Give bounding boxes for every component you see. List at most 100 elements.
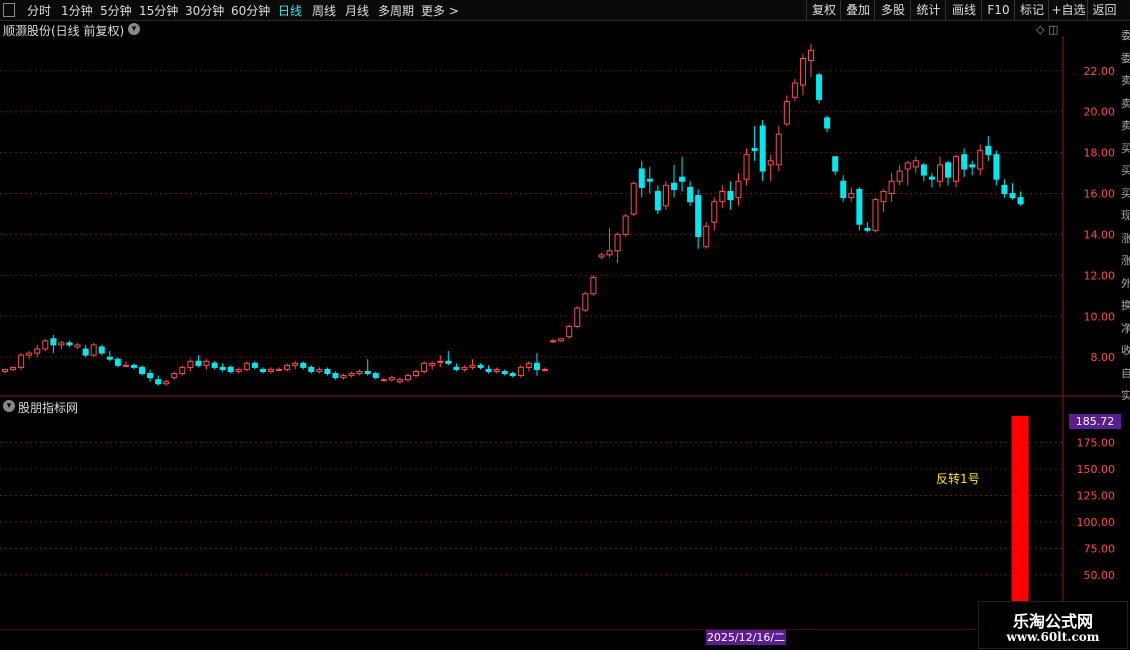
candle-body	[993, 154, 1000, 180]
candle-body	[646, 178, 653, 182]
candle-body	[832, 156, 839, 172]
candle-body	[767, 160, 774, 166]
candle-body	[98, 346, 105, 354]
candle-body	[90, 344, 97, 356]
candle-body	[574, 307, 581, 327]
strip-char: 实	[1121, 390, 1130, 402]
price-tick-label: 20.00	[1084, 106, 1116, 119]
candle-body	[187, 360, 194, 368]
indicator-tick-label: 150.00	[1077, 463, 1116, 476]
indicator-axis: 50.00 75.00 100.00 125.00 150.00 175.00	[1077, 437, 1116, 583]
candle-body	[542, 368, 549, 371]
candle-body	[759, 125, 766, 172]
candle-body	[961, 154, 968, 170]
candle-body	[445, 360, 452, 364]
candle-body	[251, 362, 258, 368]
candle-body	[679, 176, 686, 182]
candle-body	[114, 358, 121, 366]
price-tick-label: 14.00	[1084, 228, 1116, 241]
candle-body	[106, 356, 113, 360]
candle-body	[783, 100, 790, 125]
indicator-title: 股朋指标网	[18, 401, 79, 415]
candle-body	[155, 379, 162, 385]
candle-body	[638, 168, 645, 188]
indicator-tick-label: 175.00	[1077, 437, 1116, 450]
candle-body	[203, 360, 210, 366]
candle-body	[58, 342, 65, 346]
candle-body	[130, 364, 137, 368]
candle-body	[34, 348, 41, 354]
candle-body	[985, 145, 992, 156]
candle-body	[936, 164, 943, 182]
candle-body	[1017, 197, 1024, 205]
strip-char: 卖	[1121, 97, 1130, 110]
watermark-title: 乐淘公式网	[1012, 612, 1093, 631]
candle-body	[259, 368, 266, 372]
candle-body	[566, 325, 573, 338]
candle-body	[292, 362, 299, 366]
candle-body	[525, 362, 532, 368]
price-tick-label: 8.00	[1091, 351, 1116, 364]
strip-char: 现	[1121, 210, 1130, 222]
candle-body	[598, 254, 605, 258]
candle-body	[695, 195, 702, 237]
candle-body	[662, 184, 669, 207]
candle-body	[888, 180, 895, 195]
candle-body	[953, 156, 960, 182]
candle-body	[904, 162, 911, 170]
candle-body	[42, 340, 49, 350]
price-tick-label: 22.00	[1084, 65, 1116, 78]
indicator-current-value: 185.72	[1069, 414, 1121, 429]
candle-body	[654, 190, 661, 211]
candle-body	[364, 370, 371, 375]
strip-char: 换	[1121, 300, 1130, 312]
candle-body	[1001, 184, 1008, 195]
candle-body	[517, 366, 524, 377]
candle-body	[147, 373, 154, 379]
candle-body	[300, 362, 307, 368]
watermark: 乐淘公式网 www.60lt.com	[978, 601, 1128, 649]
candle-body	[751, 148, 758, 152]
candle-body	[550, 340, 557, 343]
candle-body	[340, 375, 347, 379]
candle-body	[840, 180, 847, 199]
candle-body	[388, 377, 395, 381]
candle-body	[348, 373, 355, 377]
candle-body	[267, 368, 274, 372]
candle-body	[171, 373, 178, 379]
candle-body	[74, 344, 81, 348]
candle-body	[372, 373, 379, 379]
kline-chart: 8.0010.0012.0014.0016.0018.0020.0022.00 …	[0, 36, 1121, 630]
candle-body	[429, 362, 436, 366]
candle-body	[533, 362, 540, 370]
candle-body	[179, 366, 186, 375]
candle-body	[727, 190, 734, 201]
candle-body	[614, 233, 621, 252]
candle-body	[284, 364, 291, 370]
candle-body	[243, 362, 250, 370]
price-tick-label: 10.00	[1084, 310, 1116, 323]
candle-body	[856, 188, 863, 225]
candle-body	[735, 180, 742, 199]
price-tick-label: 18.00	[1084, 147, 1116, 160]
candle-body	[969, 164, 976, 168]
candle-body	[211, 362, 218, 368]
strip-char: 买	[1121, 142, 1130, 155]
candle-body	[477, 364, 484, 368]
candle-body	[324, 368, 331, 375]
candle-body	[848, 193, 855, 199]
highlighted-date: 2025/12/16/二	[706, 630, 786, 645]
candle-body	[912, 160, 919, 168]
candle-body	[711, 201, 718, 223]
chevron-down-icon[interactable]: ▾	[3, 400, 15, 412]
candle-body	[227, 366, 234, 372]
candle-body	[219, 366, 226, 370]
candle-body	[816, 74, 823, 100]
candle-body	[413, 370, 420, 377]
watermark-url: www.60lt.com	[1006, 630, 1100, 644]
strip-char: 委	[1121, 52, 1130, 65]
candle-body	[493, 368, 500, 372]
candlesticks	[2, 44, 1024, 386]
candle-body	[920, 164, 927, 176]
strip-char: 卖	[1121, 75, 1130, 87]
